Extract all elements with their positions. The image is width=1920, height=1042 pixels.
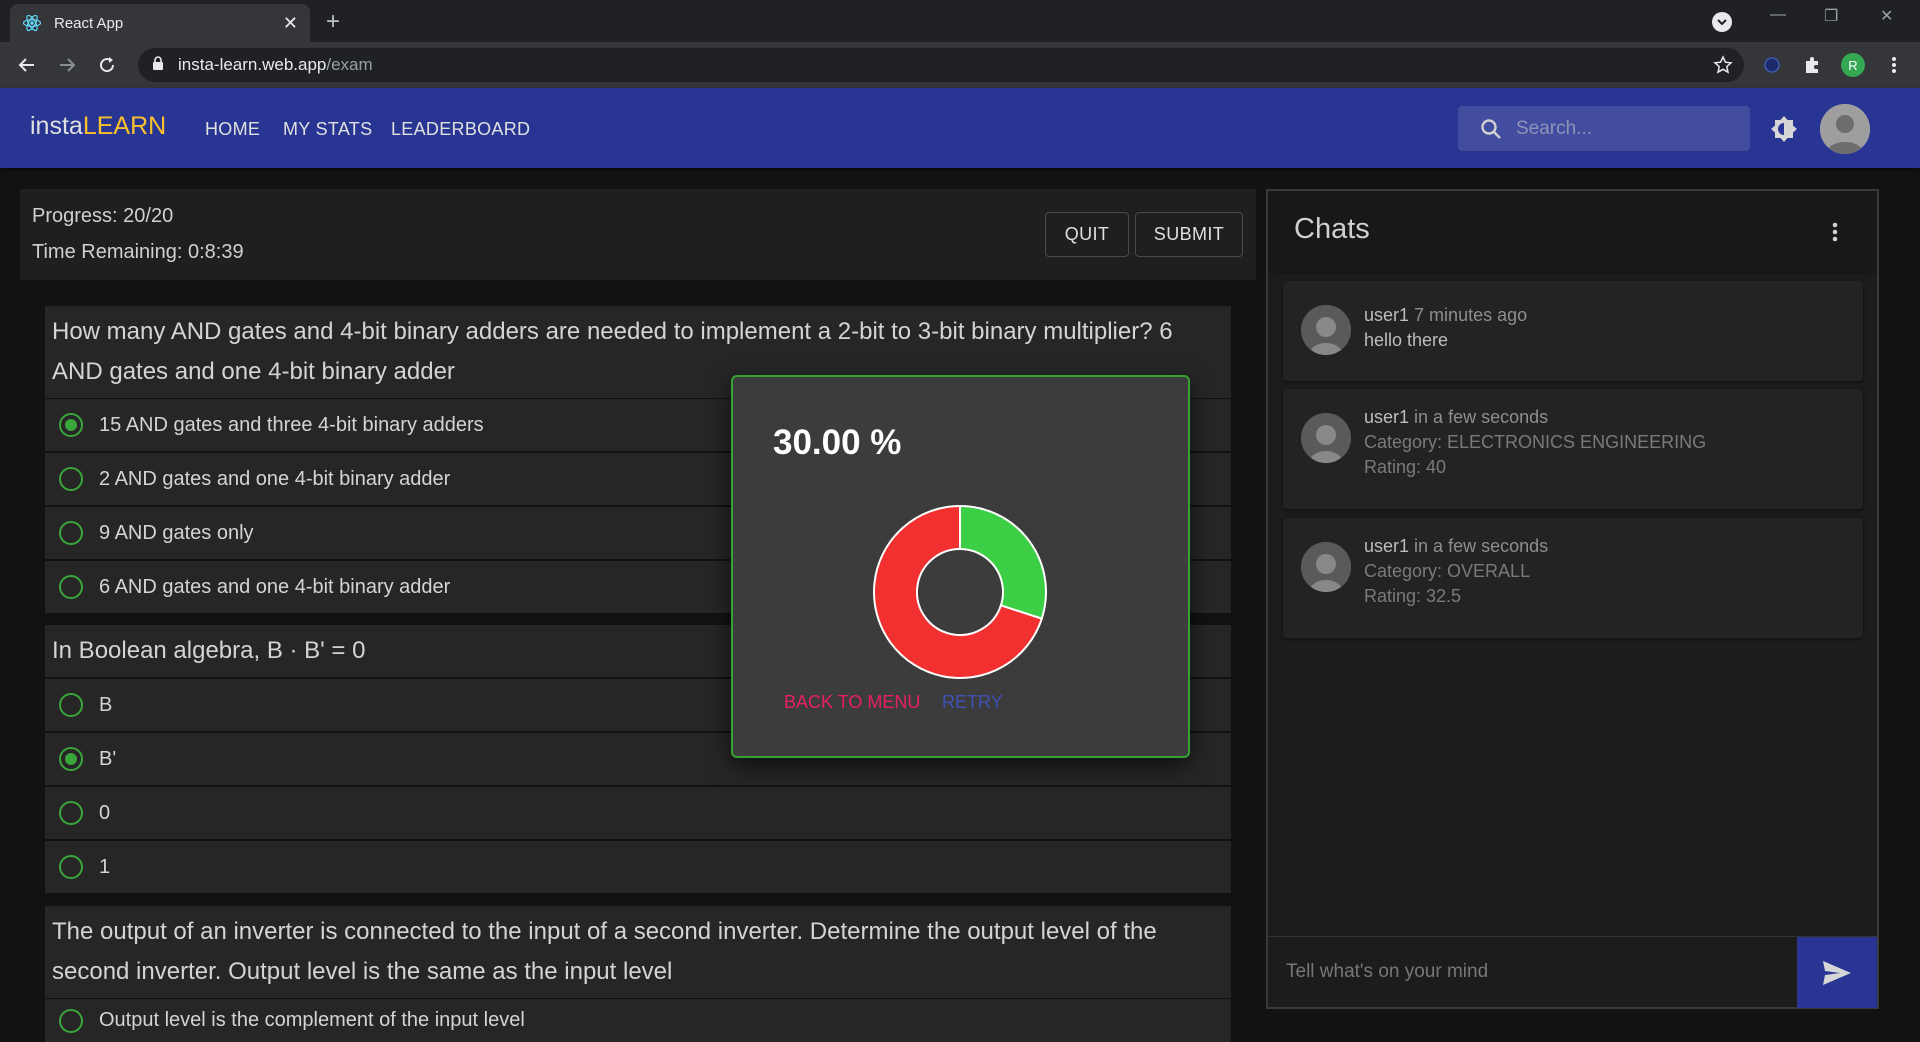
chat-text: Rating: 40 — [1364, 457, 1447, 477]
nav-my-stats[interactable]: MY STATS — [283, 119, 372, 140]
tab-search-icon[interactable] — [1712, 12, 1732, 32]
profile-avatar[interactable]: R — [1841, 53, 1865, 77]
chat-user: user1 — [1364, 536, 1410, 556]
chat-message: user1 in a few seconds Category: OVERALL… — [1283, 518, 1863, 638]
send-button[interactable] — [1797, 937, 1877, 1008]
option-item[interactable]: 1 — [45, 841, 1231, 893]
exam-header: Progress: 20/20 Time Remaining: 0:8:39 Q… — [20, 189, 1256, 280]
score-donut-chart — [873, 504, 1047, 679]
radio-icon[interactable] — [59, 801, 83, 825]
radio-checked-icon[interactable] — [59, 413, 83, 437]
chat-avatar — [1301, 305, 1351, 355]
result-dialog: 30.00 % BACK TO MENU RETRY — [731, 375, 1190, 758]
app-bar: instaLEARN HOME MY STATS LEADERBOARD Sea… — [0, 88, 1920, 168]
search-placeholder: Search... — [1516, 117, 1593, 139]
search-icon — [1481, 118, 1501, 139]
option-item[interactable]: 0 — [45, 787, 1231, 839]
retry-button[interactable]: RETRY — [942, 692, 1003, 713]
option-label: 2 AND gates and one 4-bit binary adder — [99, 467, 451, 490]
option-label: 0 — [99, 801, 111, 824]
option-label: 1 — [99, 855, 111, 878]
chat-avatar — [1301, 542, 1351, 592]
chat-user: user1 — [1364, 305, 1410, 325]
forward-icon[interactable] — [52, 50, 82, 80]
puzzle-icon[interactable] — [1800, 53, 1824, 77]
chat-text: Category: ELECTRONICS ENGINEERING — [1364, 432, 1707, 452]
react-icon — [22, 13, 42, 33]
browser-toolbar: insta-learn.web.app/exam — [0, 42, 1920, 88]
radio-icon[interactable] — [59, 467, 83, 491]
browser-tab-strip: React App ✕ + — ❐ ✕ — [0, 0, 1920, 42]
back-icon[interactable] — [12, 50, 42, 80]
chat-text: Rating: 32.5 — [1364, 586, 1462, 606]
url-path: /exam — [326, 55, 373, 74]
browser-tab[interactable]: React App ✕ — [10, 4, 310, 42]
quit-button[interactable]: QUIT — [1045, 212, 1129, 257]
user-avatar[interactable] — [1820, 104, 1870, 154]
chats-header: Chats — [1268, 191, 1877, 274]
new-tab-icon[interactable]: + — [326, 8, 340, 36]
back-to-menu-button[interactable]: BACK TO MENU — [784, 692, 920, 713]
chat-time: in a few seconds — [1414, 407, 1549, 427]
brand-logo[interactable]: instaLEARN — [30, 112, 166, 141]
option-label: 6 AND gates and one 4-bit binary adder — [99, 575, 451, 598]
chat-avatar — [1301, 413, 1351, 463]
brand-part2: LEARN — [82, 112, 167, 140]
option-label: Output level is the complement of the in… — [99, 1009, 525, 1031]
option-label: B — [99, 693, 113, 716]
minimize-icon[interactable]: — — [1770, 6, 1786, 24]
chat-text: hello there — [1364, 330, 1449, 350]
option-item[interactable]: Output level is the complement of the in… — [45, 999, 1231, 1042]
option-label: B' — [99, 747, 117, 770]
chat-composer: Tell what's on your mind — [1268, 936, 1877, 1008]
reload-icon[interactable] — [92, 50, 122, 80]
option-label: 9 AND gates only — [99, 521, 254, 544]
nav-leaderboard[interactable]: LEADERBOARD — [391, 119, 530, 140]
option-label: 15 AND gates and three 4-bit binary adde… — [99, 413, 484, 436]
chat-meta: user1 in a few seconds — [1364, 407, 1548, 428]
radio-icon[interactable] — [59, 855, 83, 879]
bookmark-star-icon[interactable] — [1711, 53, 1735, 77]
brand-part1: insta — [30, 112, 83, 140]
search-input[interactable]: Search... — [1458, 106, 1750, 151]
send-icon — [1823, 960, 1851, 985]
tab-title: React App — [54, 14, 124, 32]
chat-input[interactable]: Tell what's on your mind — [1286, 961, 1488, 983]
submit-button[interactable]: SUBMIT — [1135, 212, 1243, 257]
progress-text: Progress: 20/20 — [32, 205, 174, 227]
chat-time: 7 minutes ago — [1414, 305, 1528, 325]
tab-close-icon[interactable]: ✕ — [283, 13, 298, 34]
radio-icon[interactable] — [59, 575, 83, 599]
restore-icon[interactable]: ❐ — [1824, 6, 1838, 26]
chats-title: Chats — [1294, 213, 1370, 245]
radio-icon[interactable] — [59, 693, 83, 717]
kebab-menu-icon[interactable] — [1882, 53, 1906, 77]
nav-home[interactable]: HOME — [205, 119, 260, 140]
chat-meta: user1 in a few seconds — [1364, 536, 1548, 557]
donut-segment-correct — [959, 504, 1047, 620]
chat-time: in a few seconds — [1414, 536, 1549, 556]
chat-message: user1 7 minutes ago hello there — [1283, 281, 1863, 381]
radio-checked-icon[interactable] — [59, 747, 83, 771]
lock-icon — [152, 55, 164, 75]
chat-text: Category: OVERALL — [1364, 561, 1531, 581]
brightness-icon[interactable] — [1768, 113, 1800, 145]
score-text: 30.00 % — [773, 423, 902, 462]
chats-panel: Chats user1 7 minutes ago hello there us… — [1266, 189, 1879, 1009]
more-vert-icon[interactable] — [1832, 221, 1838, 248]
time-remaining: Time Remaining: 0:8:39 — [32, 241, 244, 263]
question-text: The output of an inverter is connected t… — [45, 906, 1231, 998]
chat-meta: user1 7 minutes ago — [1364, 305, 1527, 326]
chat-message: user1 in a few seconds Category: ELECTRO… — [1283, 389, 1863, 509]
window-close-icon[interactable]: ✕ — [1880, 6, 1893, 26]
address-bar[interactable]: insta-learn.web.app/exam — [138, 48, 1744, 82]
extension-icon[interactable] — [1760, 53, 1784, 77]
radio-icon[interactable] — [59, 1008, 83, 1033]
chat-user: user1 — [1364, 407, 1410, 427]
radio-icon[interactable] — [59, 521, 83, 545]
url-host: insta-learn.web.app — [178, 55, 327, 74]
